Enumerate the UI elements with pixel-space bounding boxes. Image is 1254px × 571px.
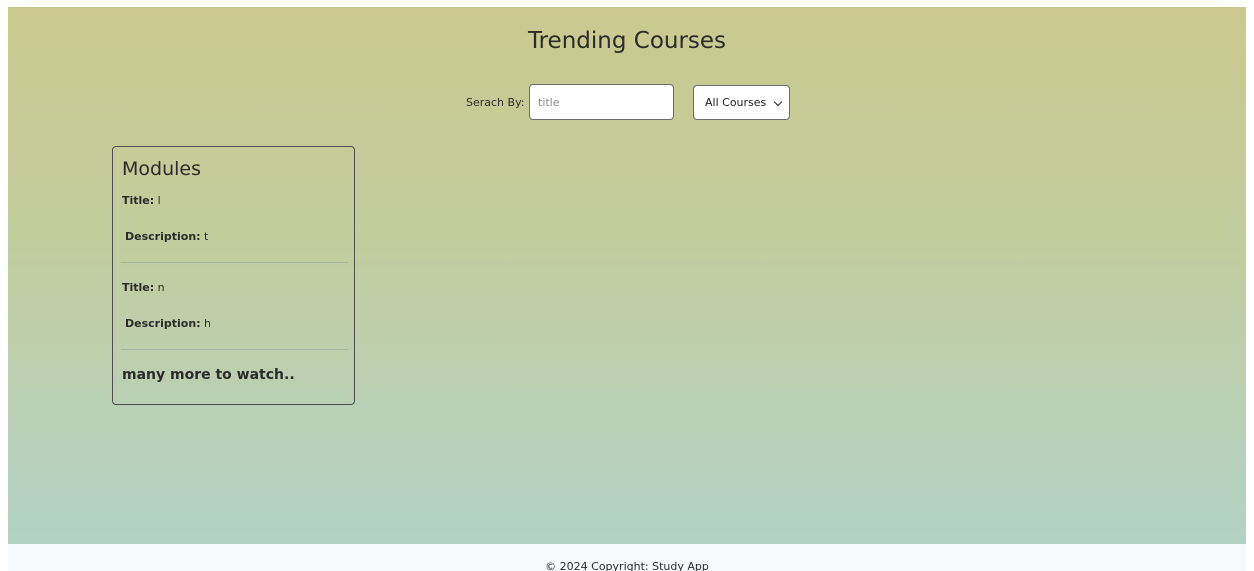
module-description-value: h (204, 317, 212, 330)
hero-section: Trending Courses Serach By: All Courses … (8, 7, 1246, 544)
module-title-value: l (157, 194, 161, 207)
chevron-down-icon (773, 97, 783, 107)
modules-heading: Modules (122, 158, 201, 180)
module-description-label: Description: (125, 317, 201, 330)
module-divider (121, 262, 348, 263)
search-input[interactable] (529, 84, 674, 120)
footer-copyright: © 2024 Copyright: Study App (545, 560, 709, 571)
modules-card: Modules Title: l Description: t Title: n… (112, 146, 355, 405)
module-title-label: Title: (122, 194, 155, 207)
course-filter-value: All Courses (705, 96, 767, 109)
module-2-title: Title: n (122, 281, 165, 294)
page: Trending Courses Serach By: All Courses … (0, 0, 1254, 571)
module-2-description: Description: h (125, 317, 211, 330)
module-divider (121, 349, 348, 350)
module-description-value: t (204, 230, 209, 243)
module-title-value: n (157, 281, 165, 294)
module-1-description: Description: t (125, 230, 208, 243)
search-label: Serach By: (466, 96, 525, 109)
module-description-label: Description: (125, 230, 201, 243)
page-title: Trending Courses (527, 28, 727, 54)
course-filter-select[interactable]: All Courses (693, 85, 790, 120)
more-modules-text: many more to watch.. (122, 367, 295, 383)
search-bar: Serach By: All Courses (8, 84, 1246, 122)
module-title-label: Title: (122, 281, 155, 294)
module-1-title: Title: l (122, 194, 161, 207)
footer: © 2024 Copyright: Study App (8, 544, 1246, 571)
